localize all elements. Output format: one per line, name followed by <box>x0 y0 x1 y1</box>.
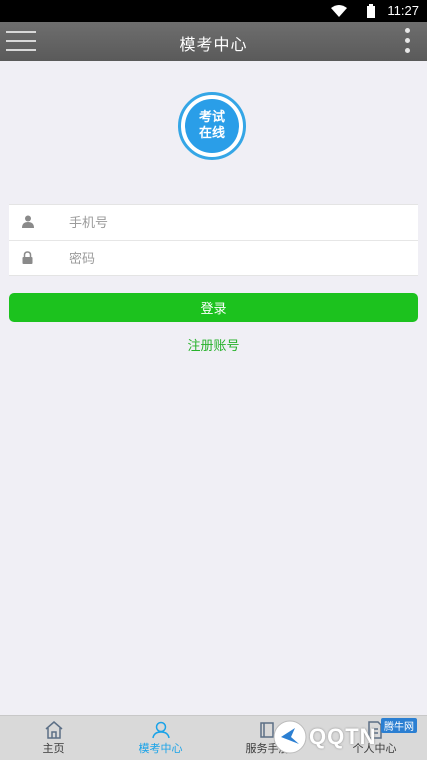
status-time: 11:27 <box>387 3 419 18</box>
phone-input[interactable] <box>67 210 401 236</box>
tab-home-label: 主页 <box>42 742 65 755</box>
login-form <box>9 204 418 276</box>
password-input[interactable] <box>67 246 401 272</box>
exam-online-logo: 考试 在线 <box>178 92 246 160</box>
status-bar: 11:27 <box>0 0 427 22</box>
login-button[interactable]: 登录 <box>9 293 418 322</box>
logo-line-1: 考试 <box>198 110 225 125</box>
tab-home[interactable]: 主页 <box>0 716 107 760</box>
page-title: 模考中心 <box>179 35 248 54</box>
wifi-icon <box>331 5 347 17</box>
register-account-link[interactable]: 注册账号 <box>0 335 427 354</box>
home-icon <box>45 721 62 739</box>
watermark-brand: QQTN <box>309 724 377 749</box>
qqtn-watermark: QQTN 腾牛网 <box>269 714 419 759</box>
app-bar: 模考中心 <box>0 22 427 61</box>
phone-row <box>9 205 418 240</box>
more-options-icon[interactable] <box>405 28 411 56</box>
watermark-logo-icon <box>273 720 307 754</box>
watermark-site: 腾牛网 <box>381 718 417 733</box>
lock-icon <box>22 251 33 264</box>
battery-icon <box>367 4 375 18</box>
logo-line-2: 在线 <box>198 126 225 141</box>
tab-exam-center[interactable]: 模考中心 <box>107 716 214 760</box>
password-row <box>9 240 418 276</box>
tab-exam-center-label: 模考中心 <box>138 742 183 755</box>
person-icon <box>151 721 170 739</box>
user-icon <box>22 215 34 228</box>
